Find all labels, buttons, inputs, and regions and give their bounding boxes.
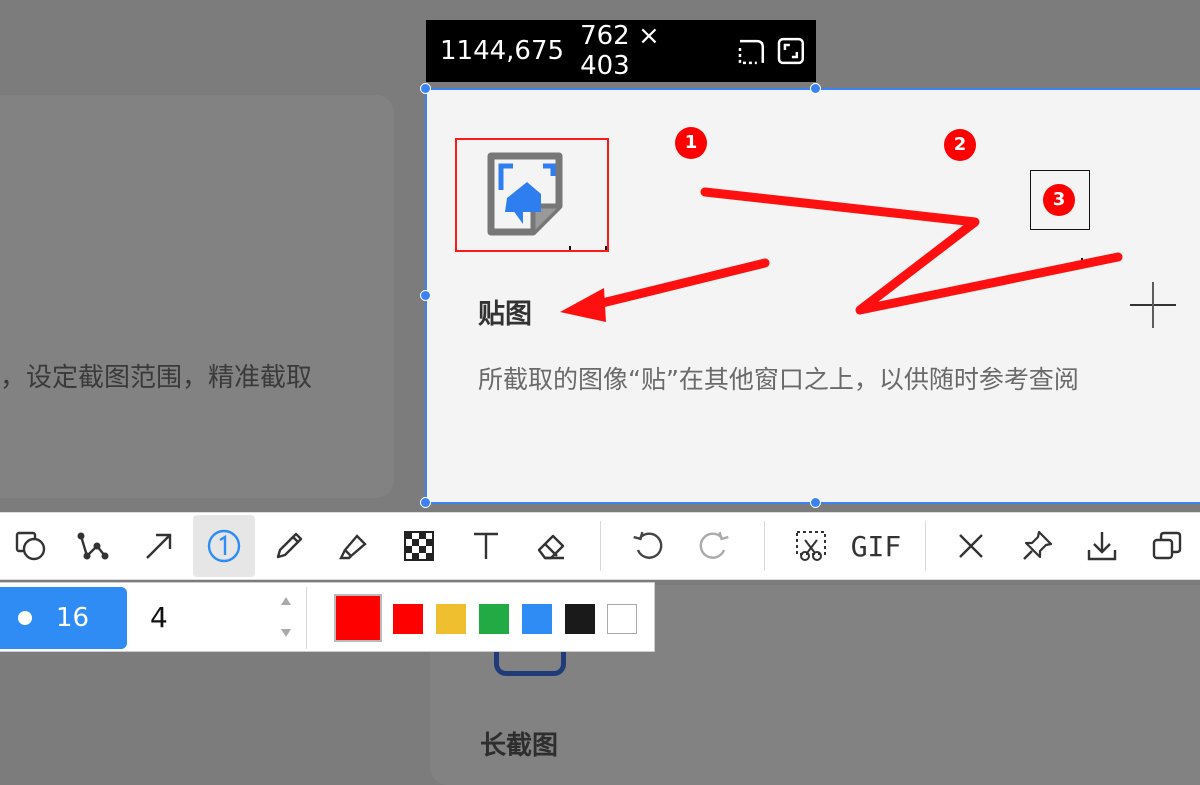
redo-button[interactable]: [683, 515, 745, 577]
number-badge-1[interactable]: 1: [675, 127, 707, 159]
close-button[interactable]: [940, 515, 1002, 577]
undo-icon: [633, 531, 663, 559]
pin-icon: [1023, 530, 1053, 560]
color-swatch-yellow[interactable]: [436, 604, 466, 634]
options-divider: [306, 587, 307, 649]
annotation-toolbar: GIF: [0, 512, 1200, 580]
copy-icon: [1152, 531, 1182, 560]
download-icon: [1087, 532, 1117, 561]
toolbar-divider: [600, 521, 601, 571]
text-icon: [474, 532, 498, 559]
number-badge-3[interactable]: 3: [1043, 184, 1075, 216]
pin-button[interactable]: [1006, 515, 1068, 577]
eraser-icon: [537, 534, 565, 560]
copy-button[interactable]: [1136, 515, 1198, 577]
pencil-icon: [276, 532, 303, 559]
undo-button[interactable]: [617, 515, 679, 577]
polyline-icon: [77, 532, 109, 560]
marker-size-label: 16: [56, 603, 90, 633]
arrow-tool-button[interactable]: [128, 515, 190, 577]
selection-size: 762 × 403: [580, 21, 660, 81]
number-badge-2[interactable]: 2: [944, 129, 976, 161]
fullscreen-icon[interactable]: [776, 36, 806, 66]
toolbar-divider: [764, 521, 765, 571]
polyline-tool-button[interactable]: [62, 515, 124, 577]
scissors-button[interactable]: [780, 515, 842, 577]
scissors-icon: [796, 531, 826, 561]
selection-info-bar: 1144,675 762 × 403: [426, 20, 816, 82]
color-swatch-red[interactable]: [393, 604, 423, 634]
cursor-position: 1144,675: [440, 36, 565, 66]
size-dot-icon: [18, 611, 32, 625]
highlighter-tool-button[interactable]: [322, 515, 384, 577]
close-icon: [959, 534, 983, 558]
mosaic-tool-button[interactable]: [388, 515, 450, 577]
crosshair-cursor-icon: [1130, 282, 1176, 328]
shape-icon: [15, 531, 46, 561]
resize-handle-bottom[interactable]: [810, 497, 821, 508]
marker-size-button[interactable]: 16: [0, 587, 127, 649]
pencil-tool-button[interactable]: [258, 515, 320, 577]
number-marker-icon: [207, 529, 241, 563]
color-swatch-white[interactable]: [607, 604, 637, 634]
highlighter-icon: [339, 534, 367, 560]
redo-icon: [699, 531, 729, 559]
gif-button[interactable]: GIF: [845, 515, 907, 577]
toolbar-divider: [925, 521, 926, 571]
number-marker-tool-button[interactable]: [193, 515, 255, 577]
resize-handle-top-left[interactable]: [420, 83, 431, 94]
stepper-down-icon[interactable]: [279, 627, 293, 639]
color-swatch-black[interactable]: [565, 604, 595, 634]
dashed-corner-icon[interactable]: [737, 36, 767, 66]
selected-color-swatch[interactable]: [334, 594, 382, 642]
download-button[interactable]: [1071, 515, 1133, 577]
arrow-icon: [146, 533, 172, 559]
eraser-tool-button[interactable]: [520, 515, 582, 577]
stepper-up-icon[interactable]: [279, 595, 293, 607]
shape-tool-button[interactable]: [0, 515, 62, 577]
color-swatch-blue[interactable]: [522, 604, 552, 634]
text-tool-button[interactable]: [455, 515, 517, 577]
number-step-input[interactable]: 4: [140, 587, 300, 649]
color-swatch-green[interactable]: [479, 604, 509, 634]
resize-handle-bottom-left[interactable]: [420, 497, 431, 508]
tool-options-bar: 16 4: [0, 582, 655, 652]
mosaic-icon: [404, 531, 434, 561]
gif-label: GIF: [850, 529, 902, 563]
resize-handle-left[interactable]: [420, 290, 431, 301]
resize-handle-top[interactable]: [810, 83, 821, 94]
